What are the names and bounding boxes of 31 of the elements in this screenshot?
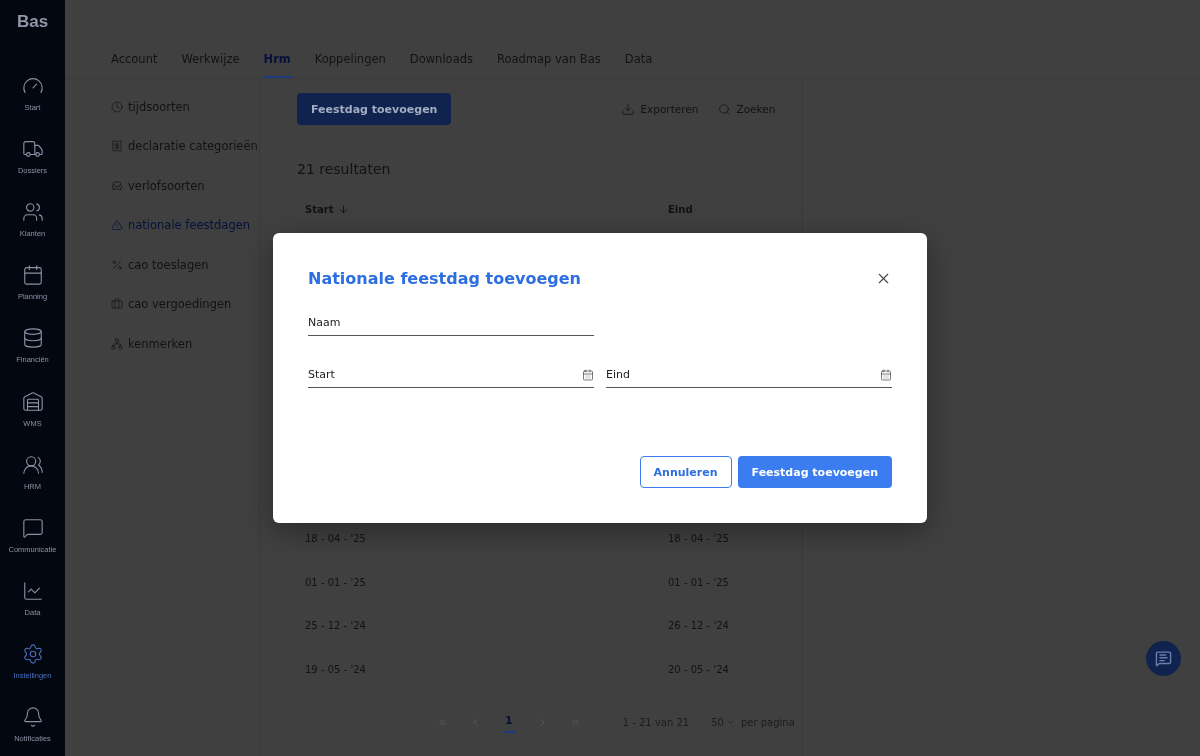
bell-icon [21, 706, 44, 728]
warehouse-icon [21, 390, 44, 413]
submenu-item[interactable]: nationale feestdagen [111, 205, 259, 245]
database-icon [21, 327, 44, 350]
calendar-icon[interactable] [582, 368, 594, 381]
percent-icon [111, 258, 123, 271]
clock-icon [111, 100, 123, 113]
add-button[interactable]: Feestdag toevoegen [297, 93, 452, 125]
network-icon [111, 337, 123, 350]
logo: Bas [16, 12, 49, 32]
chart-icon [21, 579, 44, 602]
calendar-icon [21, 264, 44, 287]
sort-arrow-icon [338, 203, 350, 215]
tab[interactable]: Hrm [263, 48, 291, 78]
chat-icon [1155, 650, 1172, 667]
calendar-icon[interactable] [880, 368, 892, 381]
search-icon [718, 102, 732, 116]
page-number[interactable]: 1 [503, 711, 515, 733]
chat-button[interactable] [1146, 641, 1181, 676]
dialog-title: Nationale feestdag toevoegen [308, 269, 581, 288]
briefcase-icon [111, 298, 123, 311]
chat-icon [21, 516, 44, 539]
users-icon [21, 201, 44, 224]
download-icon [621, 102, 636, 116]
settings-icon [21, 642, 44, 665]
cancel-button[interactable]: Annuleren [639, 456, 732, 488]
people-icon [21, 453, 44, 476]
receipt-icon [111, 140, 123, 153]
submit-button[interactable]: Feestdag toevoegen [737, 456, 892, 488]
triangle-icon [111, 219, 123, 232]
chair-icon [111, 179, 123, 192]
